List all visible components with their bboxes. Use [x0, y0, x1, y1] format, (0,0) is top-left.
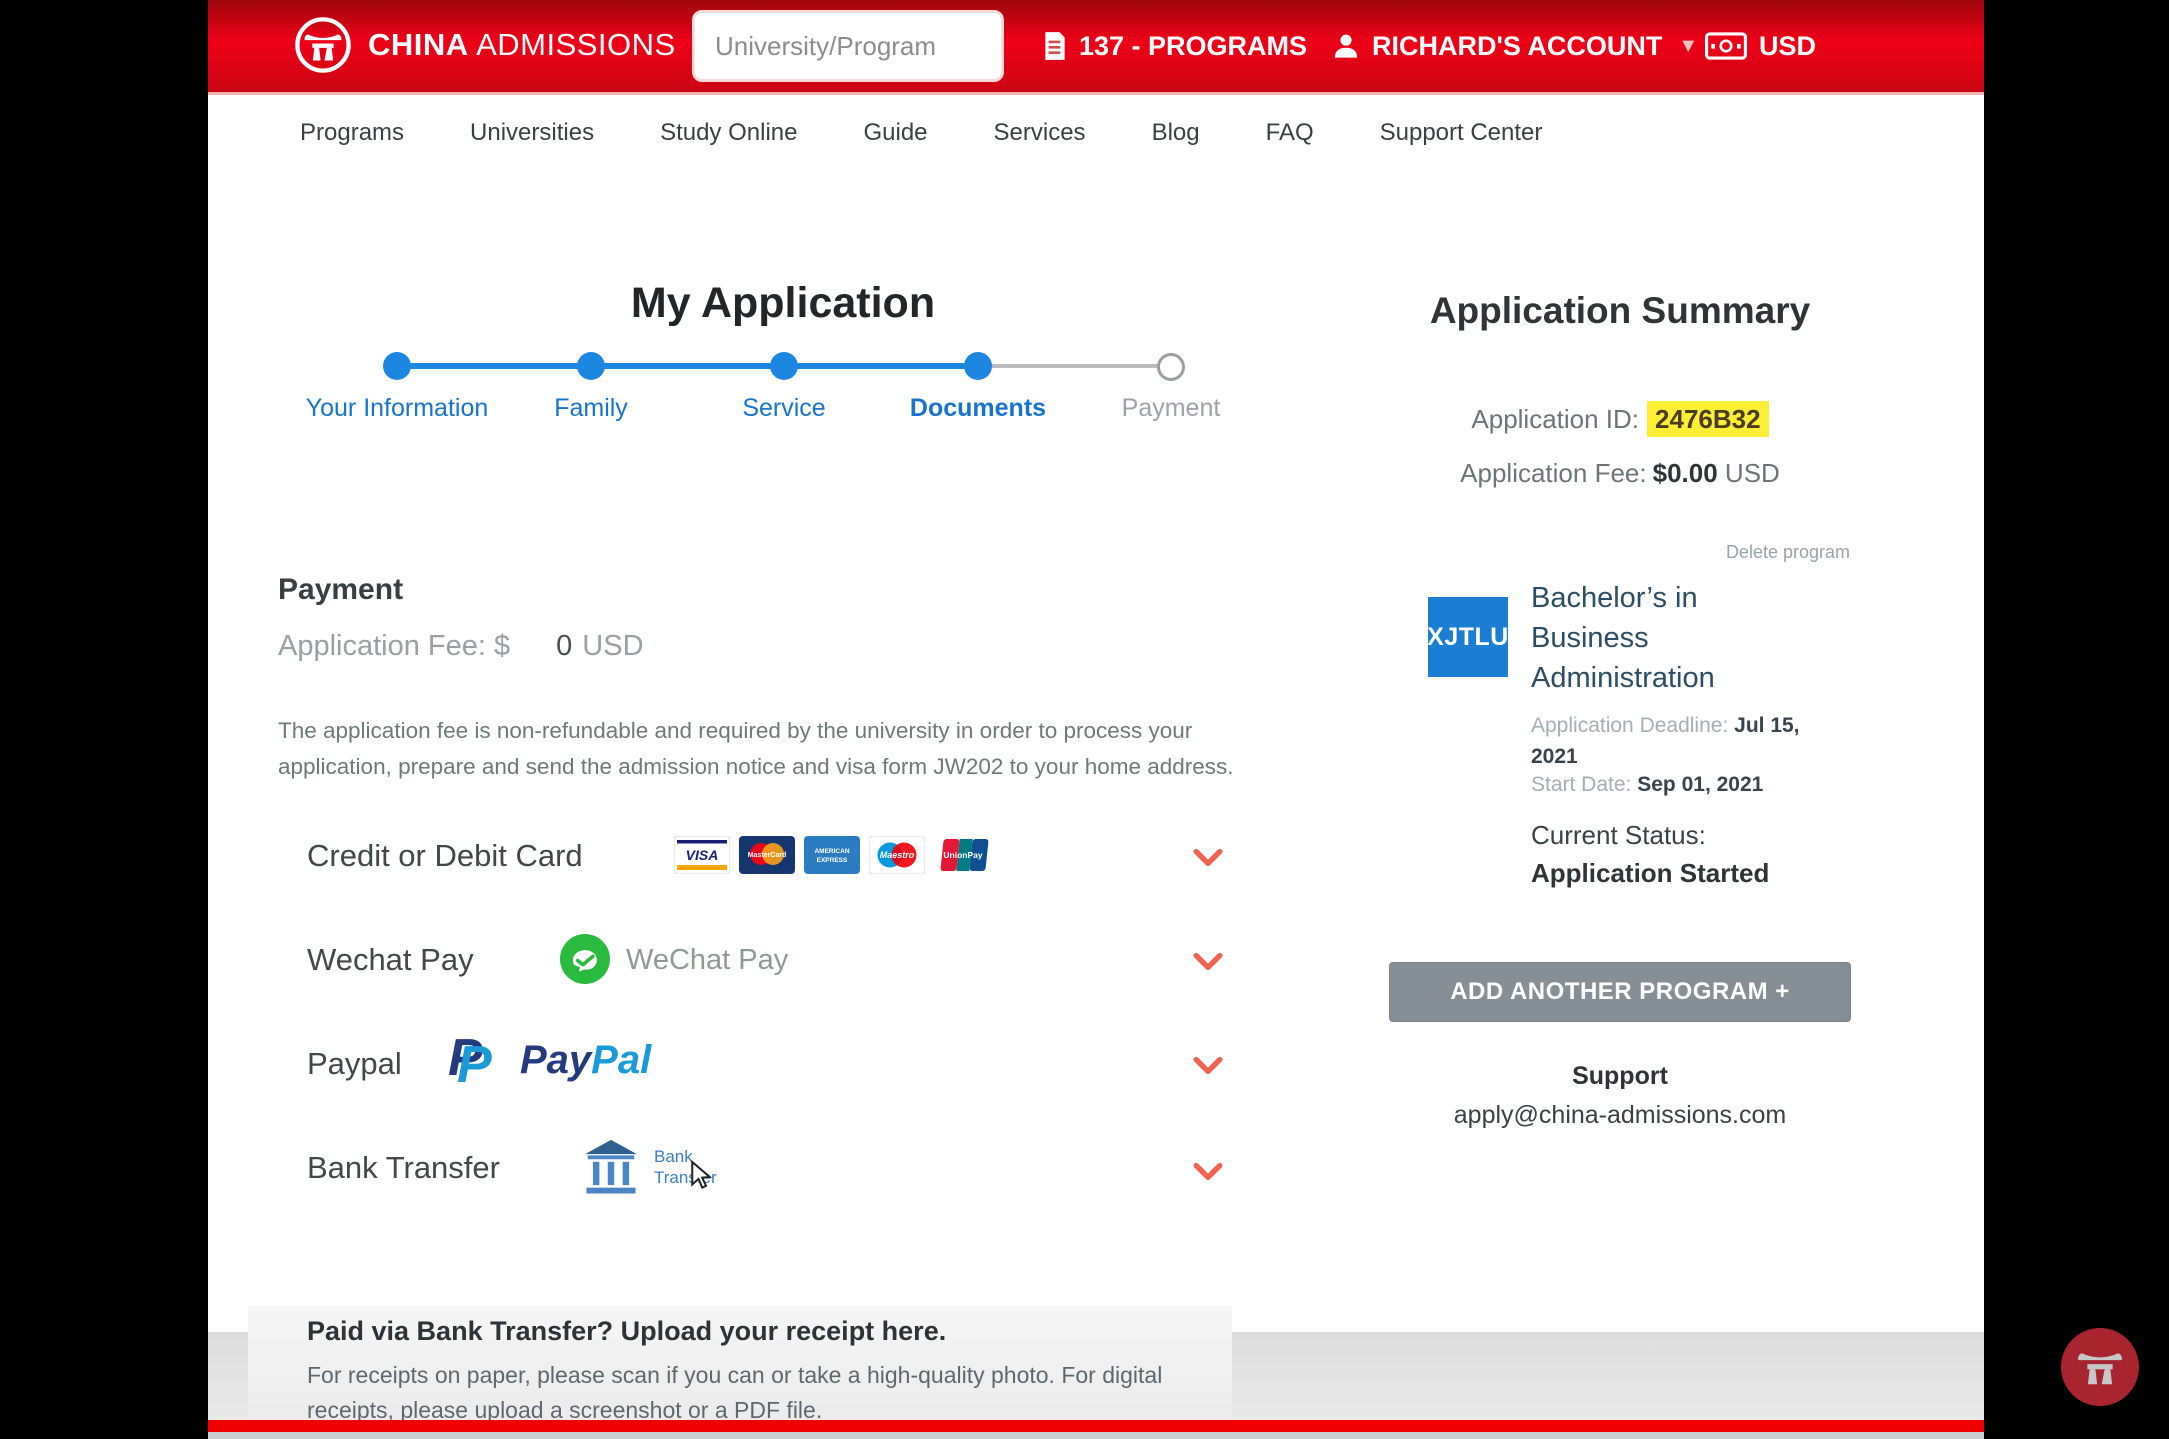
- summary-fee-currency: USD: [1725, 458, 1780, 488]
- receipt-upload-description: For receipts on paper, please scan if yo…: [307, 1358, 1177, 1428]
- svg-text:Maestro: Maestro: [880, 850, 915, 860]
- step-label-documents[interactable]: Documents: [868, 392, 1088, 425]
- programs-count-label: 137 - PROGRAMS: [1079, 31, 1307, 62]
- red-divider-line: [208, 1420, 1984, 1432]
- mastercard-icon: MasterCard: [739, 836, 795, 874]
- nav-item-support-center[interactable]: Support Center: [1380, 119, 1543, 147]
- application-id-label: Application ID:: [1471, 404, 1639, 434]
- svg-text:UnionPay: UnionPay: [943, 850, 982, 860]
- svg-text:MasterCard: MasterCard: [748, 852, 787, 859]
- current-status-value: Application Started: [1531, 858, 1769, 889]
- china-admissions-gate-icon: [2077, 1346, 2123, 1388]
- svg-text:VISA: VISA: [686, 847, 719, 863]
- nav-item-study-online[interactable]: Study Online: [660, 119, 797, 147]
- stepper-progress-line: [397, 363, 978, 369]
- method-credit-card-label[interactable]: Credit or Debit Card: [307, 838, 583, 874]
- application-fee-line: Application Fee: $ 0 USD: [278, 630, 644, 663]
- step-dot-your-information[interactable]: [383, 352, 411, 380]
- account-label: RICHARD'S ACCOUNT: [1372, 31, 1662, 62]
- university-logo: XJTLU: [1428, 597, 1508, 677]
- program-deadline: Application Deadline: Jul 15, 2021: [1531, 710, 1823, 772]
- brand-logo-link[interactable]: CHINA ADMISSIONS: [294, 16, 676, 74]
- receipt-upload-heading: Paid via Bank Transfer? Upload your rece…: [307, 1316, 946, 1347]
- page: CHINA ADMISSIONS 137 - PROGRAMS RICHARD'…: [208, 0, 1984, 1439]
- nav-item-universities[interactable]: Universities: [470, 119, 594, 147]
- mouse-cursor: [686, 1160, 716, 1194]
- expand-bank-transfer-chevron-icon[interactable]: [1193, 1162, 1223, 1182]
- band-lower-strip: [208, 1432, 1984, 1439]
- program-start-date: Start Date: Sep 01, 2021: [1531, 773, 1851, 797]
- nav-item-blog[interactable]: Blog: [1152, 119, 1200, 147]
- maestro-icon: Maestro: [869, 836, 925, 874]
- document-icon: [1043, 31, 1067, 61]
- step-label-service[interactable]: Service: [674, 392, 894, 425]
- nav-item-faq[interactable]: FAQ: [1266, 119, 1314, 147]
- step-label-payment[interactable]: Payment: [1061, 392, 1281, 425]
- step-label-family[interactable]: Family: [481, 392, 701, 425]
- expand-wechat-chevron-icon[interactable]: [1193, 952, 1223, 972]
- step-dot-payment[interactable]: [1157, 353, 1185, 381]
- step-dot-family[interactable]: [577, 352, 605, 380]
- nav-item-services[interactable]: Services: [994, 119, 1086, 147]
- american-express-icon: AMERICAN EXPRESS: [804, 836, 860, 874]
- search-input[interactable]: [692, 10, 1004, 82]
- wechat-pay-icon: [560, 934, 610, 984]
- step-dot-service[interactable]: [770, 352, 798, 380]
- stepper-remaining-line: [978, 364, 1171, 368]
- banknote-icon: [1705, 32, 1747, 60]
- application-id-value: 2476B32: [1647, 401, 1769, 437]
- method-paypal-label[interactable]: Paypal: [307, 1046, 402, 1082]
- card-brand-logos: VISA MasterCard AMERICAN EXPRESS Maestro: [674, 836, 990, 874]
- wechat-pay-wordmark: WeChat Pay: [626, 944, 788, 977]
- summary-fee-label: Application Fee:: [1460, 458, 1646, 488]
- account-menu[interactable]: RICHARD'S ACCOUNT ▼: [1332, 0, 1698, 92]
- expand-paypal-chevron-icon[interactable]: [1193, 1056, 1223, 1076]
- brand-name: CHINA ADMISSIONS: [368, 27, 676, 63]
- nav-item-guide[interactable]: Guide: [863, 119, 927, 147]
- support-title: Support: [1390, 1062, 1850, 1091]
- unionpay-icon: UnionPay: [934, 836, 990, 874]
- bank-icon: [580, 1136, 642, 1198]
- method-bank-transfer-label[interactable]: Bank Transfer: [307, 1150, 500, 1186]
- nav-item-programs[interactable]: Programs: [300, 119, 404, 147]
- add-another-program-button[interactable]: ADD ANOTHER PROGRAM +: [1389, 962, 1851, 1022]
- svg-text:EXPRESS: EXPRESS: [817, 857, 848, 864]
- application-id-line: Application ID: 2476B32: [1390, 404, 1850, 435]
- chevron-down-icon: ▼: [1678, 35, 1698, 58]
- china-admissions-gate-icon: [294, 16, 352, 74]
- summary-fee-line: Application Fee:$0.00 USD: [1390, 458, 1850, 489]
- step-dot-documents[interactable]: [964, 352, 992, 380]
- main-navigation: Programs Universities Study Online Guide…: [208, 95, 1984, 171]
- programs-count-link[interactable]: 137 - PROGRAMS: [1043, 0, 1307, 92]
- method-wechat-label[interactable]: Wechat Pay: [307, 942, 474, 978]
- delete-program-link[interactable]: Delete program: [1390, 542, 1850, 563]
- fee-value: 0: [556, 630, 572, 662]
- top-header-bar: CHINA ADMISSIONS 137 - PROGRAMS RICHARD'…: [208, 0, 1984, 95]
- page-title: My Application: [208, 279, 1358, 328]
- program-name[interactable]: Bachelor’s in Business Administration: [1531, 578, 1771, 698]
- summary-title: Application Summary: [1390, 290, 1850, 332]
- fee-currency: USD: [582, 630, 643, 662]
- paypal-wordmark: PayPal: [520, 1038, 651, 1083]
- current-status-label: Current Status:: [1531, 820, 1706, 851]
- step-label-your-information[interactable]: Your Information: [287, 392, 507, 425]
- user-icon: [1332, 32, 1360, 60]
- currency-label: USD: [1759, 31, 1816, 62]
- support-email-link[interactable]: apply@china-admissions.com: [1390, 1101, 1850, 1130]
- fee-note: The application fee is non-refundable an…: [278, 713, 1263, 785]
- fee-label: Application Fee: $: [278, 630, 510, 662]
- payment-section-heading: Payment: [278, 573, 403, 607]
- currency-selector[interactable]: USD: [1705, 0, 1816, 92]
- summary-fee-value: $0.00: [1653, 458, 1718, 488]
- visa-icon: VISA: [674, 836, 730, 874]
- corner-watermark-logo: [2061, 1328, 2139, 1406]
- expand-credit-card-chevron-icon[interactable]: [1193, 848, 1223, 868]
- paypal-icon: PP: [448, 1028, 508, 1094]
- svg-text:AMERICAN: AMERICAN: [814, 848, 849, 855]
